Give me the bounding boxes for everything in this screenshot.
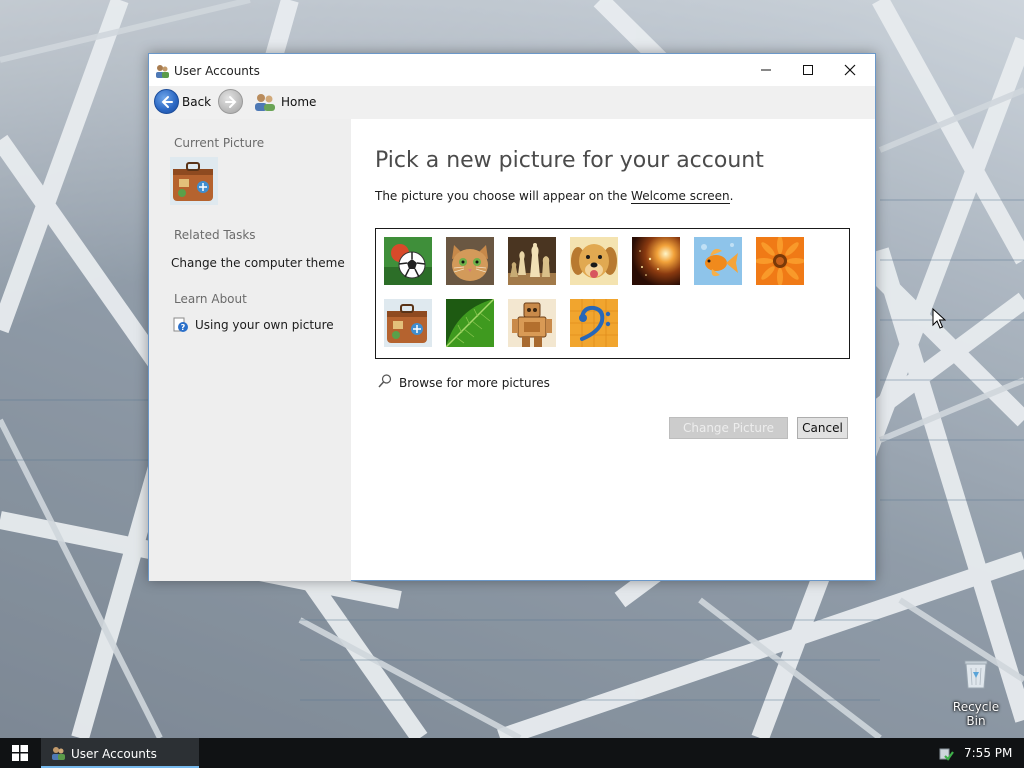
- user-accounts-window: User Accounts Back Home Current Picture …: [148, 53, 876, 581]
- picture-orange-flower[interactable]: [756, 237, 804, 285]
- picture-green-leaf[interactable]: [446, 299, 494, 347]
- subtitle-suffix: .: [729, 189, 734, 203]
- forward-button[interactable]: [218, 89, 243, 114]
- picture-robot[interactable]: [508, 299, 556, 347]
- picture-soccer-ball[interactable]: [384, 237, 432, 285]
- title-bar[interactable]: User Accounts: [149, 54, 875, 86]
- users-home-icon[interactable]: [253, 92, 277, 112]
- recycle-bin-icon: [964, 660, 988, 689]
- minimize-button[interactable]: [745, 54, 787, 86]
- subtitle-prefix: The picture you choose will appear on th…: [375, 189, 632, 203]
- close-icon: [844, 64, 856, 76]
- taskbar-item-label: User Accounts: [71, 747, 157, 761]
- user-accounts-icon: [52, 747, 65, 760]
- svg-text:?: ?: [181, 323, 186, 332]
- sidebar: Current Picture Related Tasks Change the…: [149, 119, 351, 581]
- using-own-picture-link[interactable]: Using your own picture: [195, 318, 334, 332]
- recycle-bin-label: Recycle Bin: [952, 700, 1000, 728]
- mouse-cursor-icon: [932, 308, 946, 329]
- arrow-right-icon: [224, 95, 236, 108]
- main-content: Pick a new picture for your account The …: [351, 119, 875, 580]
- windows-logo-icon: [12, 745, 28, 761]
- home-link[interactable]: Home: [281, 95, 316, 109]
- change-picture-button[interactable]: Change Picture: [669, 417, 788, 439]
- page-subtitle: The picture you choose will appear on th…: [375, 189, 734, 204]
- maximize-icon: [803, 65, 813, 75]
- picture-chess-pieces[interactable]: [508, 237, 556, 285]
- window-title: User Accounts: [174, 64, 260, 78]
- change-theme-link[interactable]: Change the computer theme: [171, 256, 345, 270]
- clock[interactable]: 7:55 PM: [964, 746, 1012, 760]
- help-icon: ?: [173, 317, 188, 332]
- welcome-screen-link[interactable]: Welcome screen: [631, 189, 730, 204]
- picture-kitten[interactable]: [446, 237, 494, 285]
- start-button[interactable]: [0, 738, 40, 768]
- arrow-left-icon: [161, 95, 173, 108]
- minimize-icon: [761, 69, 771, 71]
- picture-sparkles[interactable]: [632, 237, 680, 285]
- current-picture-heading: Current Picture: [174, 136, 265, 150]
- action-center-icon[interactable]: [938, 745, 954, 761]
- taskbar: User Accounts 7:55 PM: [0, 738, 1024, 768]
- related-tasks-heading: Related Tasks: [174, 228, 256, 242]
- cancel-button[interactable]: Cancel: [797, 417, 848, 439]
- back-button[interactable]: [154, 89, 179, 114]
- taskbar-item-user-accounts[interactable]: User Accounts: [41, 738, 199, 768]
- user-accounts-icon: [156, 65, 169, 78]
- picture-suitcase[interactable]: [384, 299, 432, 347]
- picture-puppy[interactable]: [570, 237, 618, 285]
- close-button[interactable]: [829, 54, 871, 86]
- current-picture-suitcase: [170, 157, 218, 205]
- recycle-bin[interactable]: Recycle Bin: [944, 656, 1008, 728]
- picture-grid: [375, 228, 850, 359]
- learn-about-heading: Learn About: [174, 292, 247, 306]
- back-label[interactable]: Back: [182, 95, 211, 109]
- navigation-bar: Back Home: [149, 86, 875, 119]
- maximize-button[interactable]: [787, 54, 829, 86]
- page-title: Pick a new picture for your account: [375, 148, 764, 173]
- picture-goldfish[interactable]: [694, 237, 742, 285]
- search-icon: [378, 374, 392, 388]
- picture-bass-clef[interactable]: [570, 299, 618, 347]
- browse-more-pictures-link[interactable]: Browse for more pictures: [399, 376, 550, 390]
